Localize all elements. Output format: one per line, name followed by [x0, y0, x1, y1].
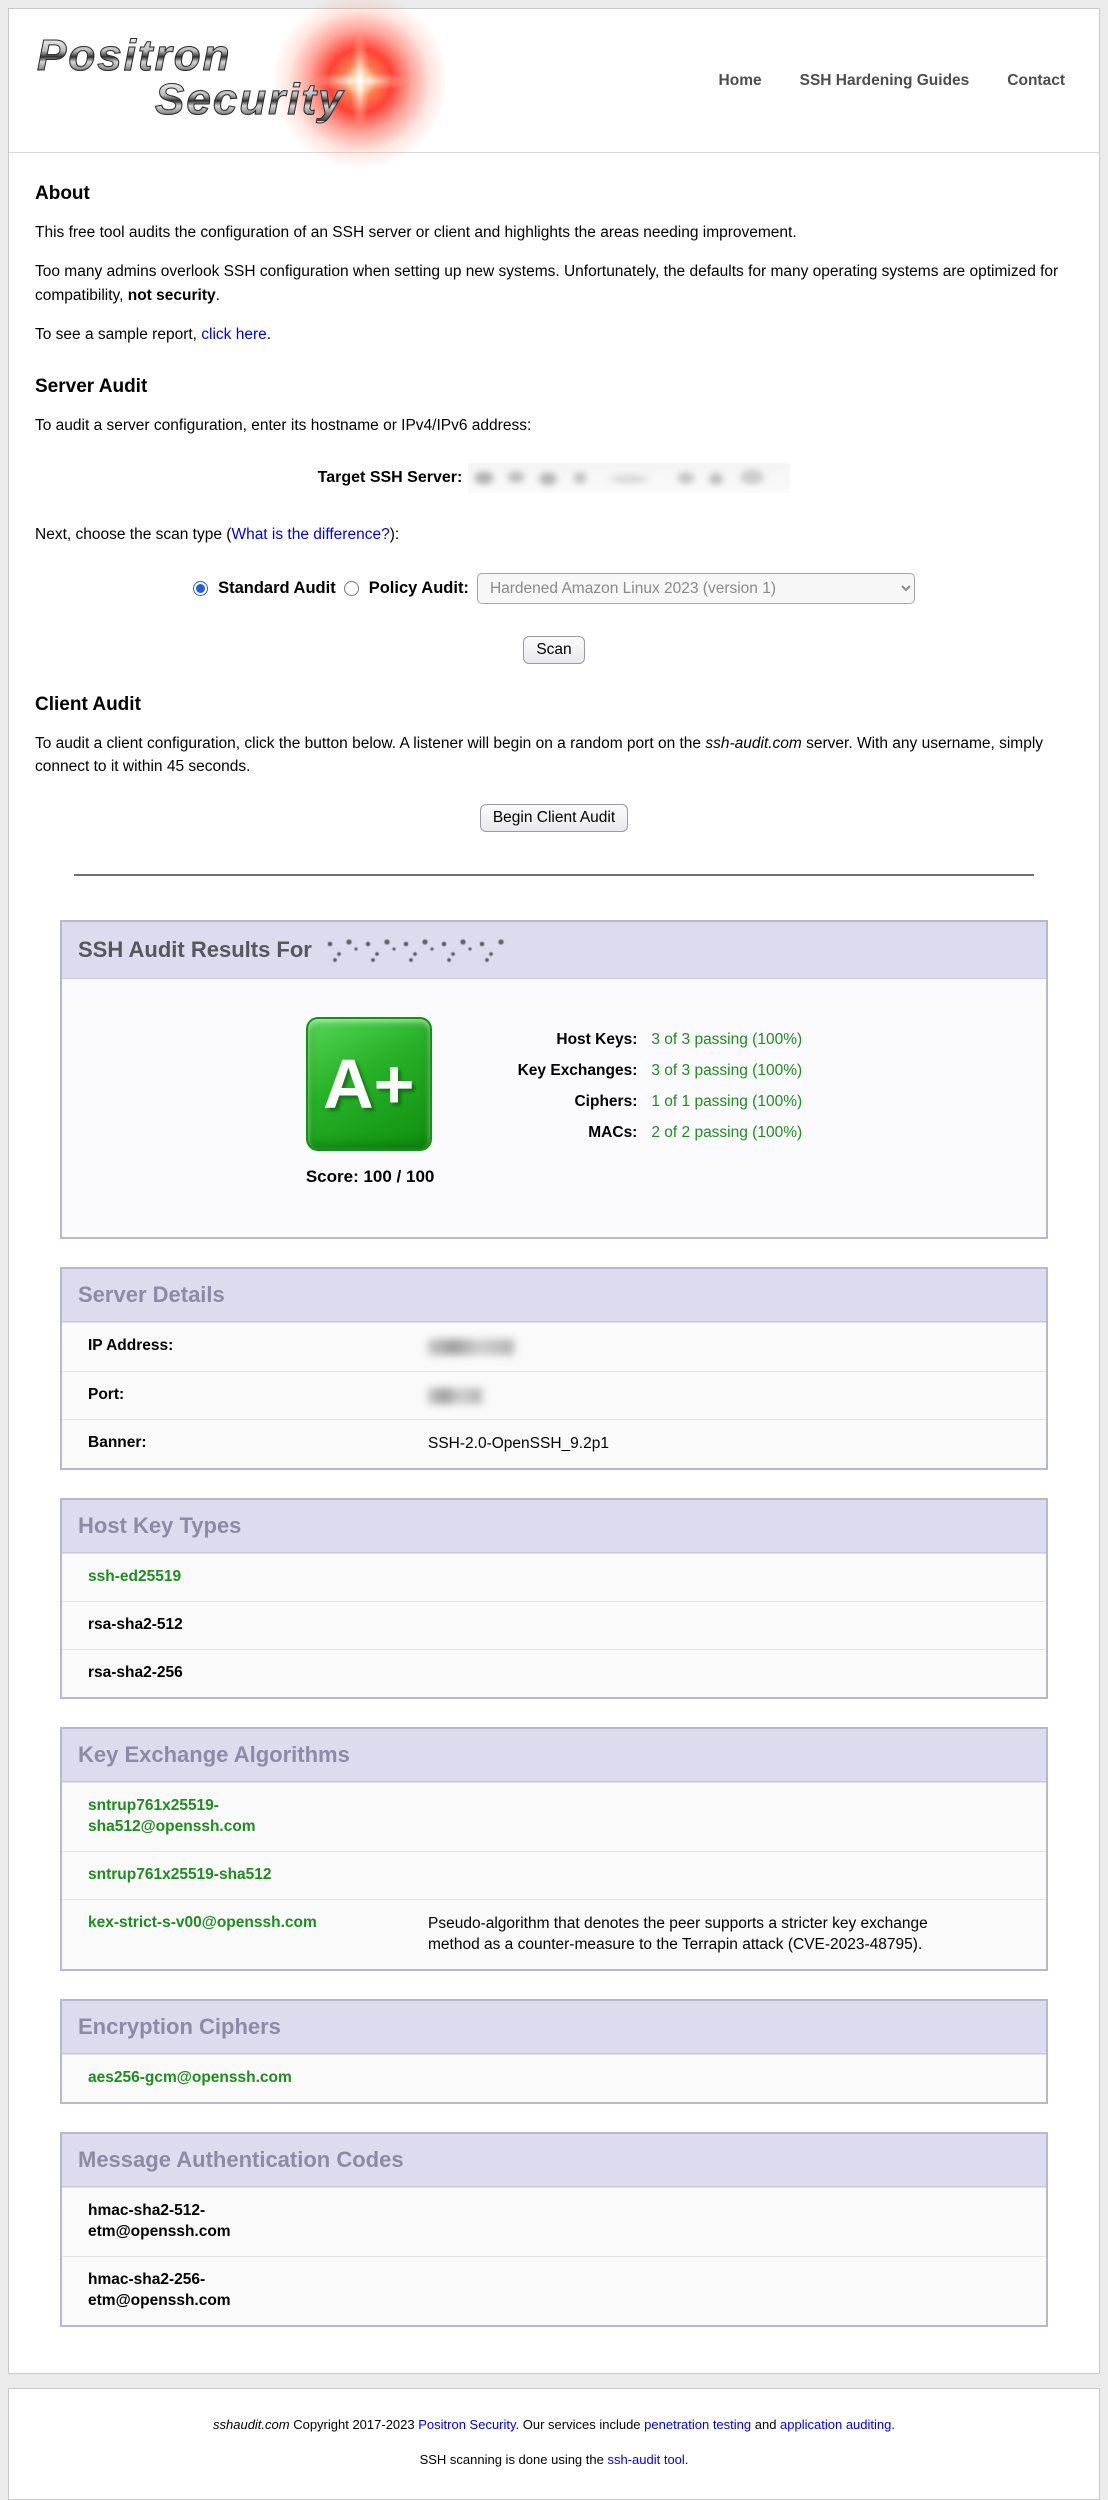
about-heading: About	[35, 183, 1073, 205]
logo-line-security: Security	[155, 79, 345, 121]
site-header: Positron Security Home SSH Hardening Gui…	[9, 9, 1099, 153]
results-body: A+ Score: 100 / 100 Host Keys: 3 of 3 pa…	[62, 979, 1046, 1237]
encryption-ciphers-heading: Encryption Ciphers	[62, 2001, 1046, 2054]
about-paragraph-3: To see a sample report, click here.	[35, 323, 1073, 346]
target-ssh-server-input[interactable]	[468, 463, 790, 493]
logo-line-positron: Positron	[37, 35, 345, 77]
macs-panel: Message Authentication Codes hmac-sha2-5…	[60, 2132, 1048, 2327]
footer-line-1: sshaudit.com Copyright 2017-2023 Positro…	[9, 2417, 1099, 2432]
server-audit-intro: To audit a server configuration, enter i…	[35, 414, 1073, 437]
redacted-hostname-scramble	[324, 935, 504, 965]
sshaudit-com-text: sshaudit.com	[213, 2417, 290, 2432]
client-audit-intro: To audit a client configuration, click t…	[35, 732, 1073, 779]
encryption-ciphers-panel: Encryption Ciphers aes256-gcm@openssh.co…	[60, 1999, 1048, 2104]
logo-text: Positron Security	[37, 35, 345, 121]
what-is-difference-link[interactable]: What is the difference?	[231, 526, 389, 543]
table-row: ssh-ed25519	[62, 1553, 1046, 1601]
table-row: sntrup761x25519-sha512@openssh.com	[62, 1782, 1046, 1851]
policy-audit-label: Policy Audit:	[369, 579, 469, 598]
about-paragraph-1: This free tool audits the configuration …	[35, 221, 1073, 244]
table-row: Banner: SSH-2.0-OpenSSH_9.2p1	[62, 1419, 1046, 1468]
application-auditing-link[interactable]: application auditing	[780, 2417, 891, 2432]
redacted-hostname-blur	[468, 463, 790, 493]
server-details-heading: Server Details	[62, 1269, 1046, 1322]
macs-heading: Message Authentication Codes	[62, 2134, 1046, 2187]
stat-macs: MACs: 2 of 2 passing (100%)	[482, 1124, 802, 1142]
nav-home[interactable]: Home	[719, 72, 762, 90]
server-details-panel: Server Details IP Address: Port: Banner:…	[60, 1267, 1048, 1470]
sample-report-link[interactable]: click here	[201, 326, 266, 343]
results-panel: SSH Audit Results For A+ Score: 100 / 10…	[60, 920, 1048, 1239]
nav-ssh-hardening-guides[interactable]: SSH Hardening Guides	[800, 72, 970, 90]
key-exchange-heading: Key Exchange Algorithms	[62, 1729, 1046, 1782]
site-footer: sshaudit.com Copyright 2017-2023 Positro…	[8, 2388, 1100, 2500]
scan-type-options: Standard Audit Policy Audit: Hardened Am…	[35, 573, 1073, 604]
section-divider	[74, 874, 1034, 876]
scan-type-line: Next, choose the scan type (What is the …	[35, 523, 1073, 546]
results-panel-header: SSH Audit Results For	[62, 922, 1046, 979]
ssh-audit-com-italic: ssh-audit.com	[705, 735, 801, 752]
client-audit-heading: Client Audit	[35, 694, 1073, 716]
target-server-row: Target SSH Server:	[35, 463, 1073, 493]
table-row: rsa-sha2-512	[62, 1601, 1046, 1649]
table-row: hmac-sha2-512-etm@openssh.com	[62, 2187, 1046, 2256]
host-key-types-panel: Host Key Types ssh-ed25519 rsa-sha2-512 …	[60, 1498, 1048, 1699]
main-content-card: Positron Security Home SSH Hardening Gui…	[8, 8, 1100, 2374]
stat-ciphers: Ciphers: 1 of 1 passing (100%)	[482, 1093, 802, 1111]
table-row: Port:	[62, 1371, 1046, 1420]
about-paragraph-2: Too many admins overlook SSH configurati…	[35, 260, 1073, 307]
footer-line-2: SSH scanning is done using the ssh-audit…	[9, 2452, 1099, 2467]
standard-audit-label: Standard Audit	[218, 579, 336, 598]
begin-client-audit-button[interactable]: Begin Client Audit	[480, 804, 628, 832]
server-audit-heading: Server Audit	[35, 376, 1073, 398]
kex-strict-note: Pseudo-algorithm that denotes the peer s…	[428, 1913, 1046, 1956]
standard-audit-radio[interactable]	[193, 581, 208, 596]
redacted-ip-address	[428, 1339, 514, 1355]
table-row: IP Address:	[62, 1322, 1046, 1371]
redacted-port	[428, 1388, 482, 1404]
results-stats: Host Keys: 3 of 3 passing (100%) Key Exc…	[482, 1017, 802, 1155]
grade-badge: A+	[306, 1017, 432, 1151]
stat-host-keys: Host Keys: 3 of 3 passing (100%)	[482, 1031, 802, 1049]
positron-security-logo[interactable]: Positron Security	[27, 21, 447, 141]
penetration-testing-link[interactable]: penetration testing	[644, 2417, 751, 2432]
key-exchange-panel: Key Exchange Algorithms sntrup761x25519-…	[60, 1727, 1048, 1971]
scan-button[interactable]: Scan	[523, 636, 584, 664]
main-nav: Home SSH Hardening Guides Contact	[719, 72, 1065, 90]
table-row: kex-strict-s-v00@openssh.com Pseudo-algo…	[62, 1899, 1046, 1969]
target-ssh-server-label: Target SSH Server:	[318, 469, 463, 487]
table-row: aes256-gcm@openssh.com	[62, 2054, 1046, 2102]
host-key-types-heading: Host Key Types	[62, 1500, 1046, 1553]
policy-audit-radio[interactable]	[344, 581, 359, 596]
table-row: rsa-sha2-256	[62, 1649, 1046, 1697]
ssh-audit-tool-link[interactable]: ssh-audit tool	[607, 2452, 684, 2467]
nav-contact[interactable]: Contact	[1007, 72, 1065, 90]
stat-key-exchanges: Key Exchanges: 3 of 3 passing (100%)	[482, 1062, 802, 1080]
table-row: hmac-sha2-256-etm@openssh.com	[62, 2256, 1046, 2325]
table-row: sntrup761x25519-sha512	[62, 1851, 1046, 1899]
positron-security-link[interactable]: Positron Security	[418, 2417, 515, 2432]
policy-select[interactable]: Hardened Amazon Linux 2023 (version 1)	[477, 573, 915, 604]
banner-value: SSH-2.0-OpenSSH_9.2p1	[428, 1433, 1046, 1455]
not-security-emphasis: not security	[128, 287, 216, 304]
score-text: Score: 100 / 100	[306, 1167, 435, 1187]
